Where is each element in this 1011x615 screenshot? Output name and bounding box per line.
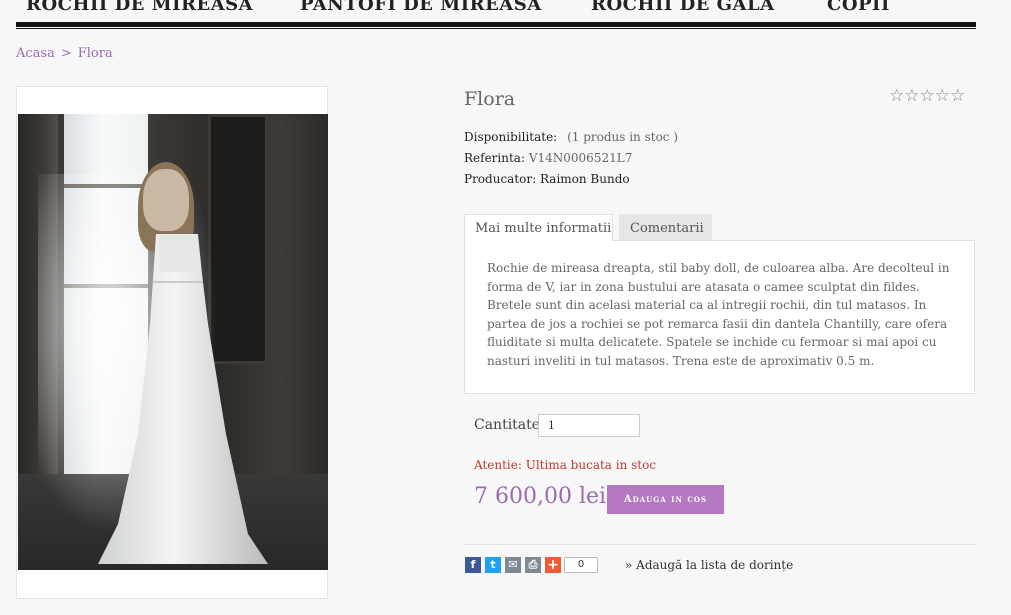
rating-stars-icon[interactable]: ☆☆☆☆☆ <box>889 86 965 106</box>
producer-label: Producator: <box>464 172 537 186</box>
quantity-input[interactable] <box>538 414 640 437</box>
tab-more-info[interactable]: Mai multe informatii <box>464 214 613 241</box>
breadcrumb: Acasa > Flora <box>16 46 113 61</box>
nav-item-rochii-de-mireasa[interactable]: ROCHII DE MIREASA <box>26 0 253 15</box>
photo-model-head <box>143 169 189 231</box>
product-title: Flora <box>464 88 516 110</box>
breadcrumb-home-link[interactable]: Acasa <box>16 46 55 61</box>
product-description: Rochie de mireasa dreapta, stil baby dol… <box>464 240 975 394</box>
share-count: 0 <box>564 557 598 573</box>
photo-wedding-dress <box>98 234 268 564</box>
nav-divider-thick <box>16 22 976 27</box>
producer-value[interactable]: Raimon Bundo <box>540 172 630 186</box>
reference-label: Referinta: <box>464 151 526 165</box>
email-icon[interactable]: ✉ <box>505 557 521 573</box>
top-navigation: ROCHII DE MIREASA PANTOFI DE MIREASA ROC… <box>16 0 976 30</box>
facebook-icon[interactable]: f <box>465 557 481 573</box>
breadcrumb-current: Flora <box>77 46 113 61</box>
print-icon[interactable]: ⎙ <box>525 557 541 573</box>
stock-warning: Atentie: Ultima bucata in stoc <box>474 458 657 472</box>
tab-comments[interactable]: Comentarii <box>619 214 712 241</box>
nav-item-pantofi-de-mireasa[interactable]: PANTOFI DE MIREASA <box>300 0 542 15</box>
add-to-wishlist-link[interactable]: » Adaugă la lista de dorințe <box>625 558 793 572</box>
nav-items: ROCHII DE MIREASA PANTOFI DE MIREASA ROC… <box>16 0 976 18</box>
product-photo[interactable] <box>18 114 328 570</box>
add-share-icon[interactable]: + <box>545 557 561 573</box>
producer-row: Producator: Raimon Bundo <box>464 172 630 186</box>
share-divider <box>464 544 975 545</box>
reference-row: Referinta: V14N0006521L7 <box>464 151 632 165</box>
reference-value: V14N0006521L7 <box>528 151 633 165</box>
nav-item-copii[interactable]: COPII <box>827 0 890 15</box>
availability-value: (1 produs in stoc ) <box>567 130 679 144</box>
availability-row: Disponibilitate: (1 produs in stoc ) <box>464 130 678 144</box>
breadcrumb-separator: > <box>60 46 72 61</box>
product-price: 7 600,00 lei <box>474 484 607 509</box>
product-image-frame <box>16 86 328 599</box>
add-to-cart-button[interactable]: Adauga in cos <box>607 485 724 514</box>
availability-label: Disponibilitate: <box>464 130 558 144</box>
twitter-icon[interactable]: t <box>485 557 501 573</box>
nav-divider-thin <box>16 28 976 29</box>
nav-item-rochii-de-gala[interactable]: ROCHII DE GALA <box>591 0 775 15</box>
quantity-label: Cantitate: <box>474 417 545 433</box>
